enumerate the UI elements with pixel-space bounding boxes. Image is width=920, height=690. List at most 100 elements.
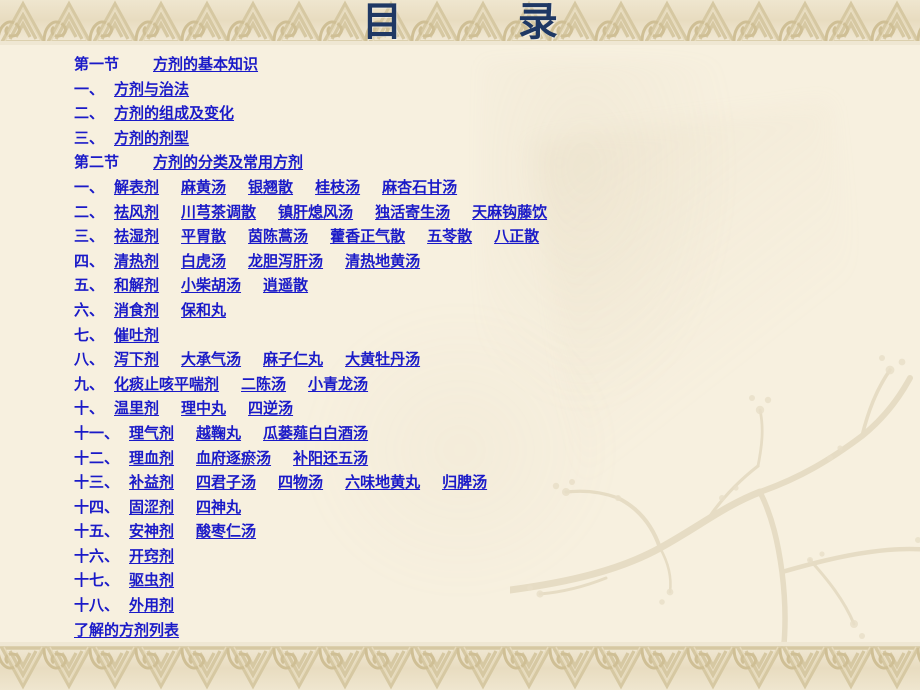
toc-formula-link[interactable]: 二陈汤 <box>241 372 286 397</box>
toc-section-link[interactable]: 清热剂 <box>114 249 159 274</box>
toc-formula-link[interactable]: 银翘散 <box>248 175 293 200</box>
toc-row: 一、 解表剂 麻黄汤 银翘散 桂枝汤 麻杏石甘汤 <box>74 175 864 200</box>
toc-row-prefix: 七、 <box>74 325 105 344</box>
toc-formula-link[interactable]: 五苓散 <box>427 224 472 249</box>
toc-formula-link[interactable]: 归脾汤 <box>442 470 487 495</box>
toc-row-prefix: 一、 <box>74 79 105 98</box>
toc-formula-link[interactable]: 四神丸 <box>196 495 241 520</box>
toc-formula-link[interactable]: 天麻钩藤饮 <box>472 200 547 225</box>
toc-formula-link[interactable]: 平胃散 <box>181 224 226 249</box>
toc-formula-link[interactable]: 大黄牡丹汤 <box>345 347 420 372</box>
toc-formula-link[interactable]: 麻子仁丸 <box>263 347 323 372</box>
toc-row: 八、 泻下剂 大承气汤 麻子仁丸 大黄牡丹汤 <box>74 347 864 372</box>
toc-section-link[interactable]: 补益剂 <box>129 470 174 495</box>
toc-formula-link[interactable]: 逍遥散 <box>263 273 308 298</box>
toc-row-prefix: 第一节 <box>74 55 120 73</box>
toc-row: 十六、 开窍剂 <box>74 544 864 569</box>
toc-section-link[interactable]: 和解剂 <box>114 273 159 298</box>
toc-section-link[interactable]: 理气剂 <box>129 421 174 446</box>
toc-section-link[interactable]: 泻下剂 <box>114 347 159 372</box>
toc-row: 十四、 固涩剂 四神丸 <box>74 495 864 520</box>
toc-formula-link[interactable]: 麻黄汤 <box>181 175 226 200</box>
toc-section-link[interactable]: 祛风剂 <box>114 200 159 225</box>
toc-row: 七、 催吐剂 <box>74 323 864 348</box>
toc-row: 九、 化痰止咳平喘剂 二陈汤 小青龙汤 <box>74 372 864 397</box>
toc-formula-link[interactable]: 藿香正气散 <box>330 224 405 249</box>
toc-row: 三、 祛湿剂 平胃散 茵陈蒿汤 藿香正气散 五苓散 八正散 <box>74 224 864 249</box>
toc-formula-link[interactable]: 血府逐瘀汤 <box>196 446 271 471</box>
toc-row: 一、 方剂与治法 <box>74 77 864 102</box>
toc-row: 四、 清热剂 白虎汤 龙胆泻肝汤 清热地黄汤 <box>74 249 864 274</box>
toc-formula-link[interactable]: 川芎茶调散 <box>181 200 256 225</box>
toc-formula-link[interactable]: 瓜蒌薤白白酒汤 <box>263 421 368 446</box>
toc-section-link[interactable]: 开窍剂 <box>129 544 174 569</box>
toc-section-link[interactable]: 温里剂 <box>114 396 159 421</box>
toc-formula-link[interactable]: 桂枝汤 <box>315 175 360 200</box>
toc-row-prefix: 六、 <box>74 300 105 319</box>
toc-row: 第二节 方剂的分类及常用方剂 <box>74 150 864 175</box>
toc-formula-link[interactable]: 四君子汤 <box>196 470 256 495</box>
toc-formula-link[interactable]: 大承气汤 <box>181 347 241 372</box>
toc-formula-link[interactable]: 八正散 <box>494 224 539 249</box>
toc-formula-link[interactable]: 独活寄生汤 <box>375 200 450 225</box>
toc-section-link[interactable]: 理血剂 <box>129 446 174 471</box>
toc-row-prefix: 十二、 <box>74 448 120 467</box>
toc-row-prefix: 三、 <box>74 227 105 246</box>
toc-row-prefix: 八、 <box>74 350 105 369</box>
toc-formula-link[interactable]: 酸枣仁汤 <box>196 519 256 544</box>
toc-section-link[interactable]: 方剂的分类及常用方剂 <box>153 150 303 175</box>
toc-formula-link[interactable]: 小柴胡汤 <box>181 273 241 298</box>
toc-row-prefix: 十一、 <box>74 423 120 442</box>
bottom-border-ornament <box>0 642 920 690</box>
toc-row-prefix: 十五、 <box>74 522 120 541</box>
toc-formula-link[interactable]: 龙胆泻肝汤 <box>248 249 323 274</box>
toc-row-prefix: 二、 <box>74 104 105 123</box>
toc-formula-link[interactable]: 麻杏石甘汤 <box>382 175 457 200</box>
toc-row: 十二、 理血剂 血府逐瘀汤 补阳还五汤 <box>74 446 864 471</box>
toc-section-link[interactable]: 方剂的剂型 <box>114 126 189 151</box>
toc-formula-link[interactable]: 补阳还五汤 <box>293 446 368 471</box>
toc-formula-link[interactable]: 茵陈蒿汤 <box>248 224 308 249</box>
toc-row-prefix: 十七、 <box>74 571 120 590</box>
toc-row-prefix: 十八、 <box>74 596 120 615</box>
toc-row: 十一、 理气剂 越鞠丸 瓜蒌薤白白酒汤 <box>74 421 864 446</box>
toc-row-prefix: 九、 <box>74 374 105 393</box>
toc-row: 十八、 外用剂 <box>74 593 864 618</box>
toc-row: 十、 温里剂 理中丸 四逆汤 <box>74 396 864 421</box>
toc-section-link[interactable]: 安神剂 <box>129 519 174 544</box>
toc-section-link[interactable]: 方剂与治法 <box>114 77 189 102</box>
toc-section-link[interactable]: 催吐剂 <box>114 323 159 348</box>
toc-section-link[interactable]: 固涩剂 <box>129 495 174 520</box>
toc-section-link[interactable]: 方剂的组成及变化 <box>114 101 234 126</box>
toc-section-link[interactable]: 方剂的基本知识 <box>153 52 258 77</box>
toc-formula-link[interactable]: 四物汤 <box>278 470 323 495</box>
toc-formula-link[interactable]: 保和丸 <box>181 298 226 323</box>
toc-row: 三、 方剂的剂型 <box>74 126 864 151</box>
table-of-contents: 第一节 方剂的基本知识 一、 方剂与治法 二、 方剂的组成及变化 三、 方剂的剂型 第二节 方剂的… <box>74 52 864 642</box>
toc-formula-link[interactable]: 小青龙汤 <box>308 372 368 397</box>
toc-section-link[interactable]: 外用剂 <box>129 593 174 618</box>
toc-formula-link[interactable]: 清热地黄汤 <box>345 249 420 274</box>
toc-section-link[interactable]: 祛湿剂 <box>114 224 159 249</box>
toc-row-prefix: 十、 <box>74 399 105 418</box>
toc-formula-link[interactable]: 白虎汤 <box>181 249 226 274</box>
toc-formula-link[interactable]: 六味地黄丸 <box>345 470 420 495</box>
toc-section-link[interactable]: 消食剂 <box>114 298 159 323</box>
toc-section-link[interactable]: 化痰止咳平喘剂 <box>114 372 219 397</box>
toc-row: 二、 方剂的组成及变化 <box>74 101 864 126</box>
toc-formula-link[interactable]: 越鞠丸 <box>196 421 241 446</box>
toc-formula-link[interactable]: 四逆汤 <box>248 396 293 421</box>
toc-row: 六、 消食剂 保和丸 <box>74 298 864 323</box>
toc-row: 二、 祛风剂 川芎茶调散 镇肝熄风汤 独活寄生汤 天麻钩藤饮 <box>74 200 864 225</box>
toc-row-prefix: 十三、 <box>74 473 120 492</box>
toc-section-link[interactable]: 解表剂 <box>114 175 159 200</box>
toc-row-prefix: 第二节 <box>74 153 120 172</box>
page-title: 目 录 <box>362 0 570 45</box>
toc-row: 十七、 驱虫剂 <box>74 568 864 593</box>
toc-row-prefix: 二、 <box>74 202 105 221</box>
toc-section-link[interactable]: 驱虫剂 <box>129 568 174 593</box>
toc-formula-link[interactable]: 镇肝熄风汤 <box>278 200 353 225</box>
toc-formula-link[interactable]: 理中丸 <box>181 396 226 421</box>
toc-section-link[interactable]: 了解的方剂列表 <box>74 618 179 643</box>
toc-row-prefix: 三、 <box>74 128 105 147</box>
